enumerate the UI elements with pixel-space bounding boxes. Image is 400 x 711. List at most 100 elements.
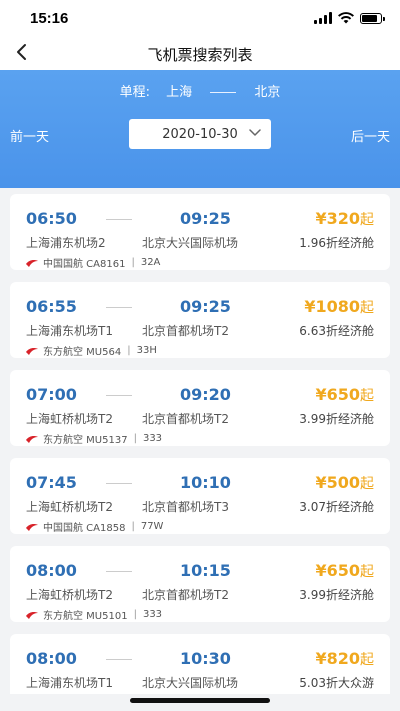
flight-price: ¥650起 — [315, 385, 374, 405]
info-divider: | — [127, 345, 131, 356]
airline-info: 东方航空 MU5137 | 333 — [26, 431, 162, 446]
departure-time: 06:55 — [26, 297, 77, 316]
airline-info: 东方航空 MU564 | 33H — [26, 343, 157, 358]
price-value: ¥1080 — [304, 297, 360, 316]
arrival-airport: 北京大兴国际机场 — [142, 676, 239, 690]
airline-flight-no: 东方航空 MU5101 — [43, 611, 128, 622]
price-suffix: 起 — [360, 476, 374, 492]
airline-flight-no: 东方航空 MU564 — [43, 347, 122, 358]
price-value: ¥650 — [315, 385, 360, 404]
cabin-class: 5.03折大众游 — [299, 676, 374, 690]
price-value: ¥500 — [315, 473, 360, 492]
flight-card[interactable]: 07:45 10:10 ¥500起 上海虹桥机场T2 北京首都机场T3 3.07… — [10, 458, 390, 534]
arrival-airport: 北京首都机场T2 — [142, 324, 229, 338]
flight-card[interactable]: 06:55 09:25 ¥1080起 上海浦东机场T1 北京首都机场T2 6.6… — [10, 282, 390, 358]
trip-type-label: 单程: — [119, 85, 150, 100]
departure-airport: 上海浦东机场T1 — [26, 676, 113, 690]
nav-bar: 飞机票搜索列表 — [0, 36, 400, 70]
status-time: 15:16 — [30, 10, 69, 27]
date-value: 2020-10-30 — [162, 126, 238, 142]
price-suffix: 起 — [360, 300, 374, 316]
airline-logo-icon — [26, 523, 38, 531]
departure-airport: 上海浦东机场2 — [26, 236, 106, 250]
flight-price: ¥1080起 — [304, 297, 374, 317]
price-value: ¥820 — [315, 649, 360, 668]
arrival-time: 10:30 — [180, 649, 231, 668]
time-separator — [106, 219, 132, 220]
departure-airport: 上海浦东机场T1 — [26, 324, 113, 338]
aircraft-type: 33H — [136, 345, 157, 356]
home-indicator[interactable] — [130, 698, 270, 703]
flight-price: ¥820起 — [315, 649, 374, 669]
departure-time: 06:50 — [26, 209, 77, 228]
time-separator — [106, 483, 132, 484]
departure-airport: 上海虹桥机场T2 — [26, 588, 113, 602]
cabin-class: 3.99折经济舱 — [299, 588, 374, 602]
cabin-class: 3.99折经济舱 — [299, 412, 374, 426]
flight-card[interactable]: 08:00 10:15 ¥650起 上海虹桥机场T2 北京首都机场T2 3.99… — [10, 546, 390, 622]
destination-city: 北京 — [254, 85, 281, 100]
arrival-airport: 北京大兴国际机场 — [142, 236, 239, 250]
price-suffix: 起 — [360, 564, 374, 580]
prev-day-button[interactable]: 前一天 — [10, 126, 49, 145]
airline-logo-icon — [26, 435, 38, 443]
time-separator — [106, 659, 132, 660]
price-value: ¥320 — [315, 209, 360, 228]
time-separator — [106, 571, 132, 572]
cabin-class: 3.07折经济舱 — [299, 500, 374, 514]
info-divider: | — [133, 433, 137, 444]
departure-time: 08:00 — [26, 649, 77, 668]
time-separator — [106, 395, 132, 396]
departure-time: 07:00 — [26, 385, 77, 404]
departure-time: 08:00 — [26, 561, 77, 580]
next-day-button[interactable]: 后一天 — [351, 126, 390, 145]
flight-card[interactable]: 07:00 09:20 ¥650起 上海虹桥机场T2 北京首都机场T2 3.99… — [10, 370, 390, 446]
flight-card[interactable]: 08:00 10:30 ¥820起 上海浦东机场T1 北京大兴国际机场 5.03… — [10, 634, 390, 694]
price-suffix: 起 — [360, 652, 374, 668]
departure-time: 07:45 — [26, 473, 77, 492]
arrival-time: 10:10 — [180, 473, 231, 492]
price-value: ¥650 — [315, 561, 360, 580]
route-summary: 单程: 上海 北京 — [0, 81, 400, 100]
info-divider: | — [131, 521, 135, 532]
aircraft-type: 32A — [140, 257, 161, 268]
arrival-airport: 北京首都机场T3 — [142, 500, 229, 514]
flight-card[interactable]: 06:50 09:25 ¥320起 上海浦东机场2 北京大兴国际机场 1.96折… — [10, 194, 390, 270]
aircraft-type: 77W — [140, 521, 164, 532]
cabin-class: 6.63折经济舱 — [299, 324, 374, 338]
signal-icon — [314, 12, 332, 24]
flight-price: ¥500起 — [315, 473, 374, 493]
aircraft-type: 333 — [142, 609, 163, 620]
flight-price: ¥650起 — [315, 561, 374, 581]
departure-airport: 上海虹桥机场T2 — [26, 500, 113, 514]
arrival-airport: 北京首都机场T2 — [142, 588, 229, 602]
airline-flight-no: 中国国航 CA8161 — [43, 259, 126, 270]
arrival-time: 09:25 — [180, 209, 231, 228]
info-divider: | — [133, 609, 137, 620]
arrival-time: 09:25 — [180, 297, 231, 316]
airline-flight-no: 中国国航 CA1858 — [43, 523, 126, 534]
route-separator — [210, 92, 237, 93]
airline-info: 中国国航 CA1858 | 77W — [26, 519, 163, 534]
arrival-time: 10:15 — [180, 561, 231, 580]
page-title: 飞机票搜索列表 — [147, 46, 253, 64]
price-suffix: 起 — [360, 212, 374, 228]
status-icons — [314, 12, 385, 24]
time-separator — [106, 307, 132, 308]
arrival-airport: 北京首都机场T2 — [142, 412, 229, 426]
airline-info: 中国国航 CA8161 | 32A — [26, 255, 160, 270]
airline-flight-no: 东方航空 MU5137 — [43, 435, 128, 446]
arrival-time: 09:20 — [180, 385, 231, 404]
battery-icon — [360, 12, 385, 24]
aircraft-type: 333 — [142, 433, 163, 444]
wifi-icon — [338, 12, 354, 24]
airline-logo-icon — [26, 611, 38, 619]
price-suffix: 起 — [360, 388, 374, 404]
cabin-class: 1.96折经济舱 — [299, 236, 374, 250]
date-selector[interactable]: 2020-10-30 — [129, 119, 271, 149]
info-divider: | — [131, 257, 135, 268]
airline-logo-icon — [26, 347, 38, 355]
chevron-down-icon — [249, 129, 261, 136]
search-header: 单程: 上海 北京 前一天 2020-10-30 后一天 — [0, 70, 400, 188]
airline-logo-icon — [26, 259, 38, 267]
